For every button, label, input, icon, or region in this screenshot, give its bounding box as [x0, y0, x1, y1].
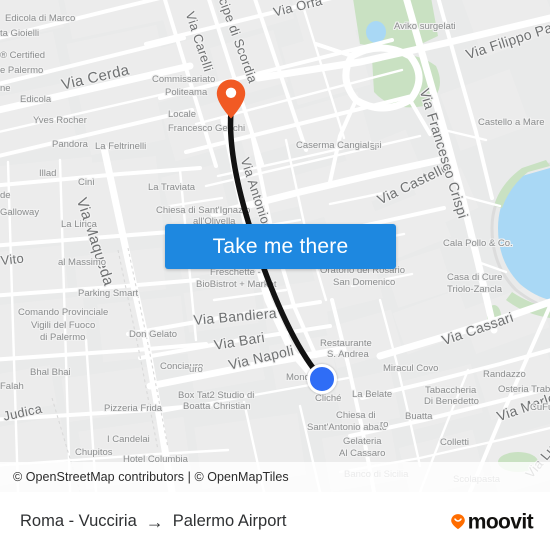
footer-bar: Roma - Vucciria → Palermo Airport moovit — [0, 492, 550, 550]
attribution-text[interactable]: © OpenStreetMap contributors | © OpenMap… — [13, 470, 289, 484]
route-title: Roma - Vucciria → Palermo Airport — [20, 512, 286, 531]
take-me-there-button[interactable]: Take me there — [165, 224, 396, 269]
moovit-map-screen: .blk { fill:#ececec; } .rd { stroke:#fff… — [0, 0, 550, 550]
current-location-dot[interactable] — [307, 364, 337, 394]
moovit-wordmark: moovit — [467, 510, 534, 533]
origin-map-pin[interactable] — [215, 78, 247, 120]
moovit-logo[interactable]: moovit — [450, 510, 534, 533]
map-canvas[interactable]: .blk { fill:#ececec; } .rd { stroke:#fff… — [0, 0, 550, 492]
arrow-right-icon: → — [145, 511, 164, 532]
route-origin-label: Roma - Vucciria — [20, 512, 137, 530]
route-destination-label: Palermo Airport — [172, 512, 287, 530]
map-attribution: © OpenStreetMap contributors | © OpenMap… — [0, 462, 550, 492]
moovit-pin-icon — [450, 514, 465, 530]
